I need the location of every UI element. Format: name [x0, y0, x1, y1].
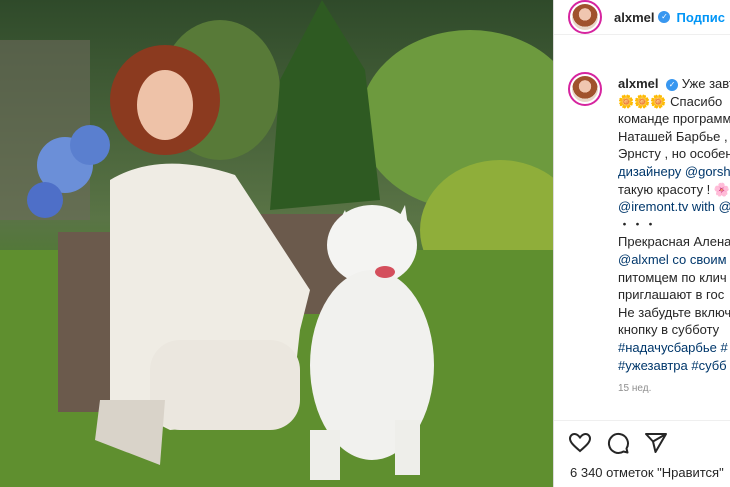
follow-button[interactable]: Подпис — [676, 10, 724, 25]
caption-line: Прекрасная Алена — [618, 234, 730, 250]
verified-icon: ✓ — [658, 11, 671, 23]
caption-text: alxmel ✓ Уже завт 🌼🌼🌼 Спасибо команде пр… — [618, 75, 730, 398]
verified-icon: ✓ — [666, 78, 679, 91]
caption-mention-line[interactable]: дизайнеру @gorsh — [618, 163, 730, 181]
caption-username[interactable]: alxmel — [618, 76, 658, 91]
divider — [554, 420, 730, 421]
action-bar — [568, 431, 668, 455]
caption-separator: ・・・ — [618, 216, 658, 232]
caption-line: команде программ — [618, 111, 730, 127]
post-sidebar: alxmel ✓ Подпис alxmel ✓ Уже завт 🌼🌼🌼 Сп… — [553, 0, 730, 487]
comment-icon[interactable] — [606, 431, 630, 455]
post-photo[interactable] — [0, 0, 553, 487]
caption-line: Не забудьте включ — [618, 304, 730, 320]
caption-avatar[interactable] — [568, 72, 602, 106]
caption-line: Эрнсту , но особен — [618, 146, 730, 162]
caption-mention-line[interactable]: @iremont.tv with @ — [618, 198, 730, 216]
caption-mention-line[interactable]: @alxmel со своим — [618, 251, 730, 269]
share-icon[interactable] — [644, 431, 668, 455]
heart-icon[interactable] — [568, 431, 592, 455]
caption-line: Наташей Барбье , — [618, 128, 728, 144]
photo-illustration — [0, 0, 553, 487]
caption-line: кнопку в субботу — [618, 322, 720, 338]
caption-line: питомцем по клич — [618, 269, 727, 285]
caption-line: Уже завт — [681, 76, 730, 91]
hashtag-line[interactable]: #надачусбарбье # — [618, 339, 730, 357]
hashtag-line[interactable]: #ужезавтра #субб — [618, 357, 730, 375]
post-time[interactable]: 15 нед. — [618, 380, 730, 398]
caption-line: такую красоту ! 🌸 — [618, 181, 730, 197]
caption-line: 🌼🌼🌼 Спасибо — [618, 93, 723, 109]
likes-count[interactable]: 6 340 отметок "Нравится" — [570, 465, 724, 480]
caption-line: приглашают в гос — [618, 287, 725, 303]
username[interactable]: alxmel — [614, 10, 654, 25]
avatar[interactable] — [568, 0, 602, 34]
post-header: alxmel ✓ Подпис — [554, 0, 730, 35]
instagram-post: alxmel ✓ Подпис alxmel ✓ Уже завт 🌼🌼🌼 Сп… — [0, 0, 730, 487]
